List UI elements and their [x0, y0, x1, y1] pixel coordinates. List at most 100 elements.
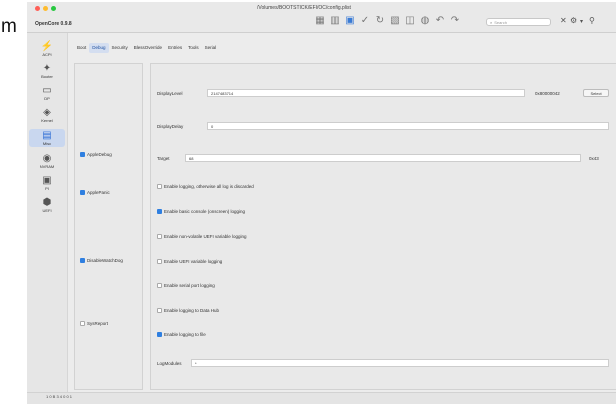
checkbox-disablewatchdog[interactable]: DisableWatchDog — [80, 258, 123, 264]
checkbox-label: Enable non-volatile UEFI variable loggin… — [164, 234, 247, 239]
window-path: /Volumes/BOOTSTICK/EFI/OC/config.plist — [257, 5, 351, 11]
checkbox-label: Enable logging, otherwise all log is dis… — [164, 184, 254, 189]
sidebar-item-booter[interactable]: ✦ Booter — [29, 63, 65, 79]
app-name: OpenCore 0.9.8 — [35, 21, 72, 27]
zoom-search-icon[interactable]: ⚲ — [589, 16, 595, 25]
target-hex: 0x43 — [589, 156, 599, 161]
history-icon[interactable]: ↻ — [374, 15, 386, 27]
sidebar-item-label: NVRAM — [39, 164, 55, 169]
image-icon[interactable]: ▧ — [389, 15, 401, 27]
sidebar-item-misc[interactable]: ▤ Misc — [29, 129, 65, 147]
sidebar-item-label: DP — [44, 96, 50, 101]
checkbox-box[interactable] — [157, 308, 162, 314]
log-modules-field[interactable]: * — [191, 359, 609, 367]
search-input[interactable]: ⌕ Search — [486, 18, 551, 26]
booter-icon: ✦ — [42, 63, 52, 74]
checkbox-file-logging[interactable]: Enable logging to file — [157, 332, 206, 338]
sidebar-item-pi[interactable]: ▣ PI — [29, 175, 65, 191]
close-window-icon[interactable] — [35, 6, 40, 11]
platform-info-icon: ▣ — [42, 175, 52, 186]
log-modules-label: LogModules — [157, 361, 182, 366]
debug-options-panel: AppleDebug ApplePanic DisableWatchDog Sy… — [74, 63, 143, 390]
chevron-down-icon[interactable]: ▾ — [580, 18, 583, 25]
debug-settings-panel: DisplayLevel 2147483714 0x80000042 Selec… — [150, 63, 616, 390]
checkbox-datahub-logging[interactable]: Enable logging to Data Hub — [157, 308, 220, 314]
checkbox-box[interactable] — [80, 190, 85, 196]
checkbox-console-logging[interactable]: Enable basic console (onscreen) logging — [157, 209, 246, 215]
sidebar-item-label: UEFI — [42, 208, 52, 213]
table-icon[interactable]: ▥ — [329, 15, 341, 27]
checkbox-box[interactable] — [80, 152, 85, 158]
checkbox-serial-logging[interactable]: Enable serial port logging — [157, 283, 215, 289]
save-icon[interactable]: ▣ — [344, 15, 356, 27]
checkbox-box[interactable] — [80, 321, 85, 327]
tab-debug[interactable]: Debug — [89, 43, 109, 53]
checkbox-box[interactable] — [157, 332, 162, 338]
tab-tools[interactable]: Tools — [185, 43, 202, 53]
checkbox-appledebug[interactable]: AppleDebug — [80, 152, 112, 158]
sidebar-item-nvram[interactable]: ◉ NVRAM — [29, 153, 65, 169]
sidebar-item-dp[interactable]: ▭ DP — [29, 85, 65, 101]
nvram-icon: ◉ — [42, 153, 52, 164]
status-bar: 1 0 B 3 4 0 0 1 — [27, 392, 616, 404]
checkbox-box[interactable] — [157, 234, 162, 240]
undo-icon[interactable]: ↶ — [434, 15, 446, 27]
sidebar-item-kernel[interactable]: ◈ Kernel — [29, 107, 65, 123]
checkbox-nv-uefi-logging[interactable]: Enable non-volatile UEFI variable loggin… — [157, 234, 247, 240]
status-text: 1 0 B 3 4 0 0 1 — [46, 394, 73, 399]
title-bar: /Volumes/BOOTSTICK/EFI/OC/config.plist O… — [27, 2, 616, 33]
tab-entries[interactable]: Entries — [165, 43, 185, 53]
sidebar-item-uefi[interactable]: ⬢ UEFI — [29, 197, 65, 213]
sidebar-item-label: Booter — [41, 74, 53, 79]
close-tab-icon[interactable]: ✕ — [560, 16, 567, 25]
checkbox-label: Enable logging to Data Hub — [164, 308, 220, 313]
sidebar: ⚡ ACPI ✦ Booter ▭ DP ◈ Kernel ▤ Misc ◉ N… — [27, 33, 68, 393]
checkbox-applepanic[interactable]: ApplePanic — [80, 190, 110, 196]
bolt-icon: ⚡ — [40, 41, 54, 52]
check-icon[interactable]: ✓ — [359, 15, 371, 27]
checkbox-box[interactable] — [157, 184, 162, 190]
app-window: /Volumes/BOOTSTICK/EFI/OC/config.plist O… — [27, 2, 616, 404]
uefi-icon: ⬢ — [42, 197, 52, 208]
search-placeholder: Search — [494, 20, 507, 25]
checkbox-label: Enable UEFI variable logging — [164, 259, 223, 264]
tab-blessoverride[interactable]: BlessOverride — [131, 43, 165, 53]
checkbox-uefi-logging[interactable]: Enable UEFI variable logging — [157, 259, 223, 265]
qr-icon[interactable]: ▦ — [314, 15, 326, 27]
layers-icon[interactable]: ◫ — [404, 15, 416, 27]
target-field[interactable]: 68 — [185, 154, 581, 162]
database-icon[interactable]: ◍ — [419, 15, 431, 27]
search-icon: ⌕ — [490, 20, 493, 25]
checkbox-label: SysReport — [87, 321, 109, 326]
minimize-window-icon[interactable] — [43, 6, 48, 11]
checkbox-box[interactable] — [157, 259, 162, 265]
checkbox-box[interactable] — [157, 283, 162, 289]
checkbox-box[interactable] — [80, 258, 85, 264]
redo-icon[interactable]: ↷ — [449, 15, 461, 27]
sidebar-item-acpi[interactable]: ⚡ ACPI — [29, 41, 65, 57]
sidebar-item-label: Misc — [42, 141, 52, 146]
checkbox-label: Enable basic console (onscreen) logging — [164, 209, 246, 214]
display-level-hex: 0x80000042 — [535, 91, 560, 96]
checkbox-label: ApplePanic — [87, 190, 110, 195]
checkbox-label: AppleDebug — [87, 152, 112, 157]
misc-icon: ▤ — [42, 130, 52, 141]
stray-character: m — [1, 16, 17, 37]
checkbox-enable-logging[interactable]: Enable logging, otherwise all log is dis… — [157, 184, 254, 190]
tab-serial[interactable]: Serial — [202, 43, 220, 53]
display-delay-label: DisplayDelay — [157, 124, 184, 129]
display-level-field[interactable]: 2147483714 — [207, 89, 525, 97]
tab-security[interactable]: Security — [109, 43, 131, 53]
select-button[interactable]: Select — [583, 89, 609, 97]
sidebar-item-label: PI — [45, 186, 49, 191]
checkbox-sysreport[interactable]: SysReport — [80, 321, 109, 327]
display-delay-field[interactable]: 0 — [207, 122, 609, 130]
gear-icon[interactable]: ⚙ — [570, 16, 577, 25]
checkbox-box[interactable] — [157, 209, 162, 215]
sidebar-item-label: ACPI — [42, 52, 52, 57]
display-level-label: DisplayLevel — [157, 91, 183, 96]
checkbox-label: Enable serial port logging — [164, 283, 215, 288]
checkbox-label: DisableWatchDog — [87, 258, 123, 263]
zoom-window-icon[interactable] — [51, 6, 56, 11]
tab-boot[interactable]: Boot — [74, 43, 89, 53]
